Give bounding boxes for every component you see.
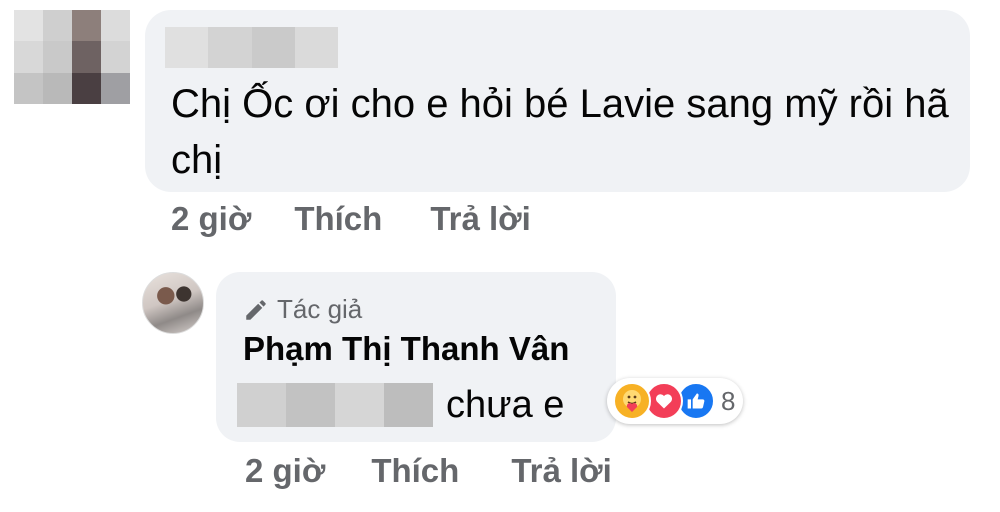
comment-like-button[interactable]: Thích xyxy=(294,200,382,238)
author-badge: Tác giả xyxy=(243,294,362,325)
reply-reply-button[interactable]: Trả lời xyxy=(511,452,612,490)
comment-actions: 2 giờ Thích Trả lời xyxy=(171,200,531,238)
comment-timestamp[interactable]: 2 giờ xyxy=(171,200,251,238)
reply-actions: 2 giờ Thích Trả lời xyxy=(245,452,612,490)
pencil-icon xyxy=(246,299,266,320)
reply-author-name[interactable]: Phạm Thị Thanh Vân xyxy=(243,330,569,368)
reaction-count: 8 xyxy=(721,385,736,416)
reply-like-button[interactable]: Thích xyxy=(371,452,459,490)
reaction-summary[interactable]: 8 xyxy=(607,378,744,424)
reply-timestamp[interactable]: 2 giờ xyxy=(245,452,325,490)
reply-text-blurred xyxy=(237,383,433,427)
reply-text: chưa e xyxy=(446,384,565,426)
author-badge-label: Tác giả xyxy=(277,294,363,324)
author-avatar[interactable] xyxy=(142,272,204,334)
commenter-name-blurred[interactable] xyxy=(165,27,338,68)
comment-reply-button[interactable]: Trả lời xyxy=(430,200,531,238)
comment-text: Chị Ốc ơi cho e hỏi bé Lavie sang mỹ rồi… xyxy=(171,82,949,182)
care-reaction-icon xyxy=(613,382,651,420)
commenter-avatar-blurred[interactable] xyxy=(14,10,130,104)
